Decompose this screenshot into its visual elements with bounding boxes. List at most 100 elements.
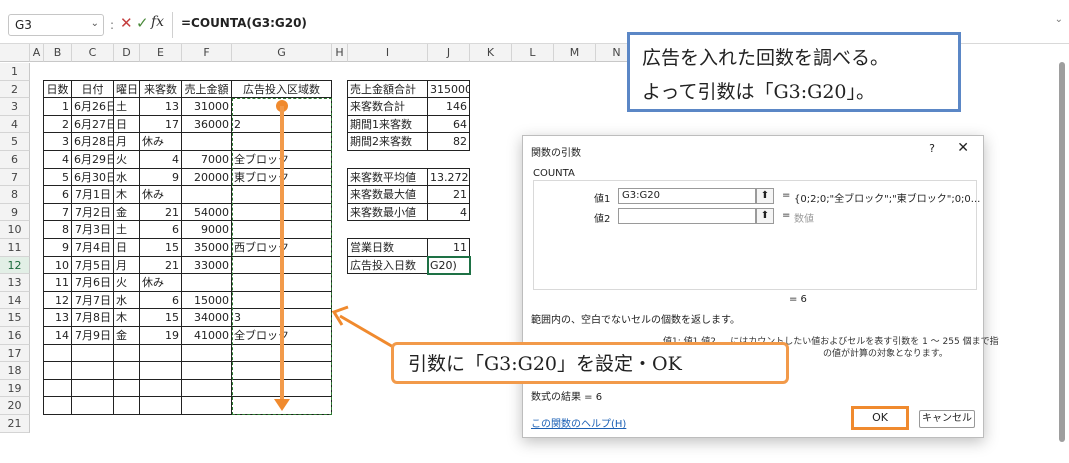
column-header-E[interactable]: E (140, 44, 182, 62)
active-cell[interactable] (427, 255, 471, 276)
table-cell[interactable]: 15000 (181, 290, 232, 310)
table-cell[interactable]: 木 (113, 185, 140, 204)
row-header-17[interactable]: 17 (0, 344, 30, 363)
table-cell[interactable]: 7 (43, 202, 72, 222)
table-cell[interactable]: 34000 (181, 308, 232, 327)
table-cell[interactable]: 7月9日 (71, 326, 114, 345)
row-header-8[interactable]: 8 (0, 186, 30, 204)
summary-value-cell[interactable]: 11 (427, 238, 470, 257)
table-cell[interactable]: 木 (113, 308, 140, 327)
enter-icon[interactable]: ✓ (136, 14, 149, 32)
table-cell[interactable]: 36000 (181, 114, 232, 134)
summary-value-cell[interactable]: 146 (427, 97, 470, 116)
table-cell[interactable]: 13 (43, 308, 72, 327)
cancel-button[interactable]: キャンセル (919, 410, 975, 428)
table-cell[interactable]: 休み (139, 273, 182, 292)
table-cell[interactable] (139, 361, 182, 380)
table-cell[interactable]: 21 (139, 255, 182, 275)
vertical-scrollbar[interactable] (1057, 52, 1067, 452)
table-cell[interactable]: 1 (43, 97, 72, 116)
column-header-B[interactable]: B (44, 44, 72, 62)
table-cell[interactable]: 41000 (181, 326, 232, 345)
table-cell[interactable]: 日 (113, 114, 140, 134)
table-cell[interactable]: 14 (43, 326, 72, 345)
table-cell[interactable] (181, 396, 232, 415)
column-header-C[interactable]: C (72, 44, 114, 62)
expand-formula-bar-icon[interactable]: ⌄ (1055, 14, 1063, 25)
table-cell[interactable]: 休み (139, 132, 182, 151)
summary-label-cell[interactable]: 来客数最大値 (347, 185, 428, 204)
table-cell[interactable]: 金 (113, 326, 140, 345)
help-icon[interactable]: ? (929, 142, 935, 155)
table-cell[interactable] (181, 132, 232, 151)
table-cell[interactable]: 6月28日 (71, 132, 114, 151)
table-cell[interactable] (43, 378, 72, 398)
column-header-D[interactable]: D (114, 44, 140, 62)
table-cell[interactable]: 4 (43, 150, 72, 169)
table-cell[interactable]: 10 (43, 255, 72, 275)
summary-label-cell[interactable]: 来客数合計 (347, 97, 428, 116)
table-cell[interactable]: 火 (113, 150, 140, 169)
select-all-corner[interactable] (0, 44, 30, 62)
table-cell[interactable]: 9 (43, 238, 72, 257)
row-header-18[interactable]: 18 (0, 362, 30, 380)
table-cell[interactable] (181, 273, 232, 292)
row-header-21[interactable]: 21 (0, 415, 30, 433)
table-cell[interactable]: 水 (113, 167, 140, 187)
summary-label-cell[interactable]: 来客数最小値 (347, 202, 428, 222)
table-cell[interactable]: 3 (43, 132, 72, 151)
column-header-M[interactable]: M (554, 44, 596, 62)
table-cell[interactable] (71, 361, 114, 380)
row-header-15[interactable]: 15 (0, 309, 30, 327)
table-cell[interactable]: 35000 (181, 238, 232, 257)
row-header-20[interactable]: 20 (0, 397, 30, 415)
collapse-dialog-icon[interactable]: ⬆ (756, 188, 774, 204)
table-cell[interactable]: 11 (43, 273, 72, 292)
table-cell[interactable]: 水 (113, 290, 140, 310)
table-cell[interactable]: 月 (113, 132, 140, 151)
function-help-link[interactable]: この関数のヘルプ(H) (531, 415, 626, 430)
summary-value-cell[interactable]: 315000 (427, 79, 470, 99)
row-header-6[interactable]: 6 (0, 151, 30, 169)
arg1-input[interactable]: G3:G20 (618, 188, 756, 204)
row-header-11[interactable]: 11 (0, 239, 30, 257)
table-cell[interactable]: 33000 (181, 255, 232, 275)
table-cell[interactable]: 21 (139, 202, 182, 222)
table-cell[interactable]: 2 (43, 114, 72, 134)
table-cell[interactable] (113, 378, 140, 398)
summary-label-cell[interactable]: 営業日数 (347, 238, 428, 257)
table-cell[interactable]: 7月1日 (71, 185, 114, 204)
column-header-J[interactable]: J (428, 44, 470, 62)
table-cell[interactable]: 火 (113, 273, 140, 292)
summary-label-cell[interactable]: 期間2来客数 (347, 132, 428, 151)
row-header-13[interactable]: 13 (0, 274, 30, 292)
table-cell[interactable]: 7月6日 (71, 273, 114, 292)
summary-value-cell[interactable]: 4 (427, 202, 470, 222)
row-header-2[interactable]: 2 (0, 80, 30, 99)
table-cell[interactable]: 9 (139, 167, 182, 187)
table-cell[interactable]: 6月29日 (71, 150, 114, 169)
row-header-4[interactable]: 4 (0, 115, 30, 134)
table-cell[interactable] (181, 378, 232, 398)
table-cell[interactable] (43, 396, 72, 415)
summary-value-cell[interactable]: 13.27273 (427, 167, 470, 187)
table-cell[interactable]: 7月5日 (71, 255, 114, 275)
table-cell[interactable]: 19 (139, 326, 182, 345)
summary-value-cell[interactable]: 82 (427, 132, 470, 151)
row-header-19[interactable]: 19 (0, 379, 30, 398)
table-cell[interactable] (139, 378, 182, 398)
cancel-icon[interactable]: ✕ (120, 14, 133, 32)
row-header-9[interactable]: 9 (0, 203, 30, 222)
table-cell[interactable]: 7月3日 (71, 220, 114, 239)
table-cell[interactable]: 休み (139, 185, 182, 204)
table-cell[interactable]: 4 (139, 150, 182, 169)
row-header-12[interactable]: 12 (0, 256, 30, 275)
table-cell[interactable]: 31000 (181, 97, 232, 116)
summary-value-cell[interactable]: 64 (427, 114, 470, 134)
table-cell[interactable]: 12 (43, 290, 72, 310)
table-cell[interactable] (139, 343, 182, 363)
table-cell[interactable] (113, 361, 140, 380)
table-cell[interactable] (113, 343, 140, 363)
table-cell[interactable]: 5 (43, 167, 72, 187)
table-cell[interactable]: 17 (139, 114, 182, 134)
